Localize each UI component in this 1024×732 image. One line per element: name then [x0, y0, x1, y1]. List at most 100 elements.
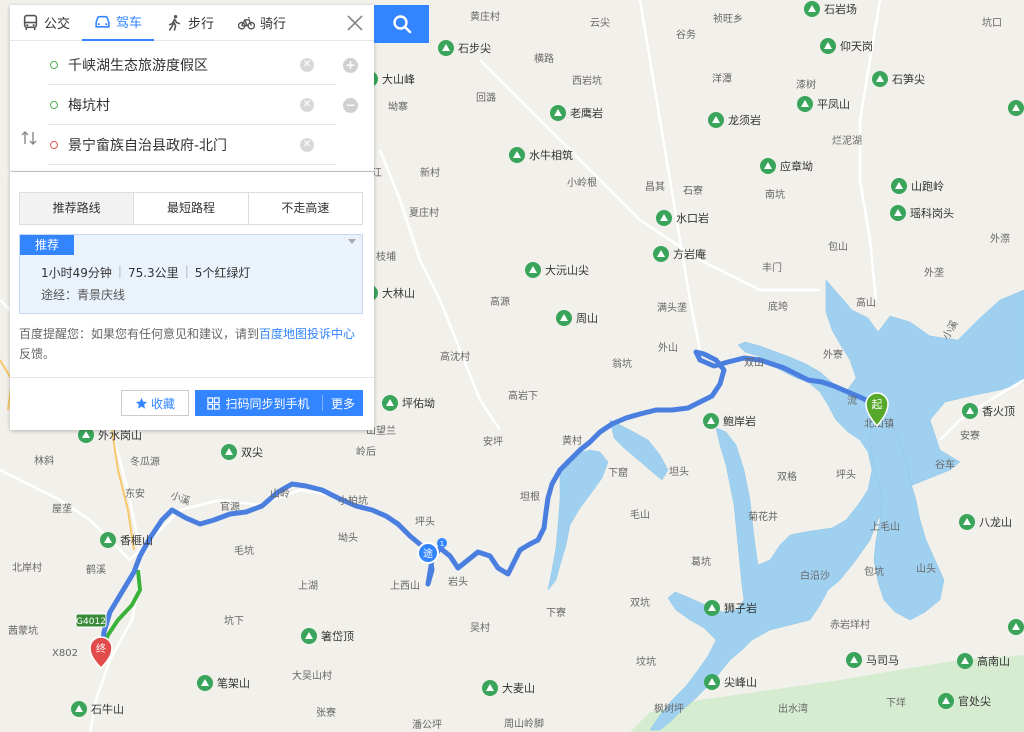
poi-mountain[interactable]: 瑶科岗头	[890, 205, 954, 221]
poi-mountain[interactable]: 坪佑坳	[382, 395, 435, 411]
end-input[interactable]: 景宁畲族自治县政府-北门 ✕	[48, 125, 336, 165]
place-label: 流	[847, 394, 857, 407]
place-label: 坟坑	[636, 655, 656, 668]
tab-walk[interactable]: 步行	[154, 5, 226, 41]
poi-mountain[interactable]: 龙须岩	[708, 112, 761, 128]
divider	[10, 377, 374, 378]
poi-mountain[interactable]: 大麦山	[482, 680, 535, 696]
poi-mountain[interactable]: 高南山	[957, 653, 1010, 669]
poi-mountain[interactable]: 鲍岸岩	[703, 413, 756, 429]
place-label: 小岭根	[567, 176, 597, 189]
place-label: 新村	[420, 166, 440, 179]
poi-mountain[interactable]: 官处尖	[938, 693, 991, 709]
poi-mountain[interactable]: 仰天岗	[820, 38, 873, 54]
poi-mountain[interactable]: 马司马	[846, 652, 899, 668]
poi-mountain[interactable]: 九龙山	[1008, 619, 1024, 635]
place-label: 坑下	[224, 614, 244, 627]
place-label: 菊花井	[748, 510, 778, 523]
chevron-down-icon[interactable]	[348, 239, 356, 244]
tab-shortest[interactable]: 最短路程	[134, 193, 249, 224]
search-button[interactable]	[374, 5, 429, 43]
poi-label: 周山	[576, 312, 598, 325]
start-input[interactable]: 千峡湖生态旅游度假区 ✕ +	[48, 45, 358, 85]
poi-label: 高南山	[977, 654, 1010, 668]
close-icon[interactable]	[346, 14, 364, 32]
poi-mountain[interactable]: 箸岱顶	[301, 628, 354, 644]
place-label: 昌其	[645, 181, 665, 193]
poi-mountain[interactable]: 平凤山	[797, 96, 850, 112]
start-input-text[interactable]: 千峡湖生态旅游度假区	[68, 55, 336, 75]
tab-car[interactable]: 驾车	[82, 5, 155, 41]
place-label: 黄庄村	[470, 10, 500, 23]
place-label: 林斜	[34, 454, 54, 467]
place-label: 吴村	[470, 621, 490, 634]
place-label: 双山	[744, 357, 764, 369]
poi-label: 老鹰岩	[570, 106, 603, 120]
poi-mountain[interactable]: 双尖	[221, 444, 263, 460]
poi-mountain[interactable]: 狮子岩	[704, 600, 757, 616]
remove-waypoint-button[interactable]: −	[343, 98, 358, 113]
poi-mountain[interactable]: 八龙山	[959, 514, 1012, 530]
end-input-text[interactable]: 景宁畲族自治县政府-北门	[68, 135, 336, 155]
place-label: 赤岩垟村	[830, 618, 870, 631]
poi-mountain[interactable]: 笔架山	[197, 675, 250, 691]
poi-label: 坪佑坳	[402, 396, 435, 410]
poi-mountain[interactable]: 石岩场	[804, 1, 857, 17]
via-input-text[interactable]: 梅坑村	[68, 95, 336, 115]
clear-icon[interactable]: ✕	[300, 138, 314, 152]
clear-icon[interactable]: ✕	[300, 98, 314, 112]
travel-mode-tabs: 公交 驾车 步行 骑行	[10, 5, 374, 41]
favorite-button[interactable]: 收藏	[121, 390, 189, 416]
via-dot-icon	[50, 100, 58, 109]
place-label: 外寮	[823, 348, 843, 361]
clear-icon[interactable]: ✕	[300, 58, 314, 72]
route-distance: 75.3公里	[127, 266, 179, 280]
tab-no-highway[interactable]: 不走高速	[248, 193, 362, 224]
poi-mountain[interactable]: 方岩庵	[653, 246, 706, 262]
poi-mountain[interactable]: 香火顶	[962, 403, 1015, 419]
place-label: 上毛山	[870, 521, 900, 533]
poi-mountain[interactable]: 香榧山	[100, 532, 153, 548]
poi-mountain[interactable]: 大沅山尖	[525, 262, 589, 278]
poi-mountain[interactable]: 天师岩	[1008, 100, 1024, 116]
star-icon	[135, 397, 148, 409]
more-button[interactable]: 更多	[323, 395, 363, 412]
poi-mountain[interactable]: 石步尖	[438, 40, 491, 56]
poi-label: 瑶科岗头	[910, 206, 954, 220]
route-duration: 1小时49分钟	[41, 266, 112, 280]
via-input[interactable]: 梅坑村 ✕ −	[48, 85, 358, 125]
route-stats: 1小时49分钟 | 75.3公里 | 5个红绿灯	[41, 264, 250, 281]
place-label: 谷车	[935, 458, 955, 471]
poi-mountain[interactable]: 石笋尖	[872, 71, 925, 87]
place-label: 上西山	[390, 580, 420, 592]
place-label: 岩头	[448, 575, 468, 588]
poi-label: 水牛相筑	[529, 148, 573, 162]
tab-recommended[interactable]: 推荐路线	[20, 193, 135, 224]
add-waypoint-button[interactable]: +	[343, 58, 358, 73]
poi-label: 箸岱顶	[321, 629, 354, 643]
complaint-center-link[interactable]: 百度地图投诉中心	[259, 327, 355, 341]
place-label: 鹤溪	[86, 563, 106, 576]
end-dot-icon	[50, 140, 58, 149]
place-label: 官源	[220, 500, 240, 513]
tab-bike[interactable]: 骑行	[226, 5, 298, 41]
route-card[interactable]: 推荐 1小时49分钟 | 75.3公里 | 5个红绿灯 途经：青景庆线	[19, 234, 363, 314]
poi-label: 应章坳	[780, 159, 813, 173]
swap-icon[interactable]	[20, 131, 38, 145]
place-label: 北岸村	[12, 561, 42, 574]
poi-mountain[interactable]: 尖峰山	[704, 674, 757, 690]
poi-label: 双尖	[241, 446, 263, 459]
poi-label: 八龙山	[979, 516, 1012, 529]
sync-to-phone-button[interactable]: 扫码同步到手机 更多	[195, 390, 363, 416]
sync-main[interactable]: 扫码同步到手机	[195, 395, 323, 411]
place-label: 山岭	[270, 487, 290, 500]
poi-mountain[interactable]: 石牛山	[71, 701, 124, 717]
tab-bus[interactable]: 公交	[10, 5, 82, 41]
place-label: 西岩坑	[572, 74, 602, 87]
poi-mountain[interactable]: 周山	[556, 310, 598, 326]
poi-mountain[interactable]: 水牛相筑	[509, 147, 573, 163]
poi-mountain[interactable]: 山跑岭	[891, 178, 944, 194]
poi-mountain[interactable]: 水口岩	[656, 210, 709, 226]
poi-mountain[interactable]: 老鹰岩	[550, 105, 603, 121]
poi-mountain[interactable]: 应章坳	[760, 158, 813, 174]
